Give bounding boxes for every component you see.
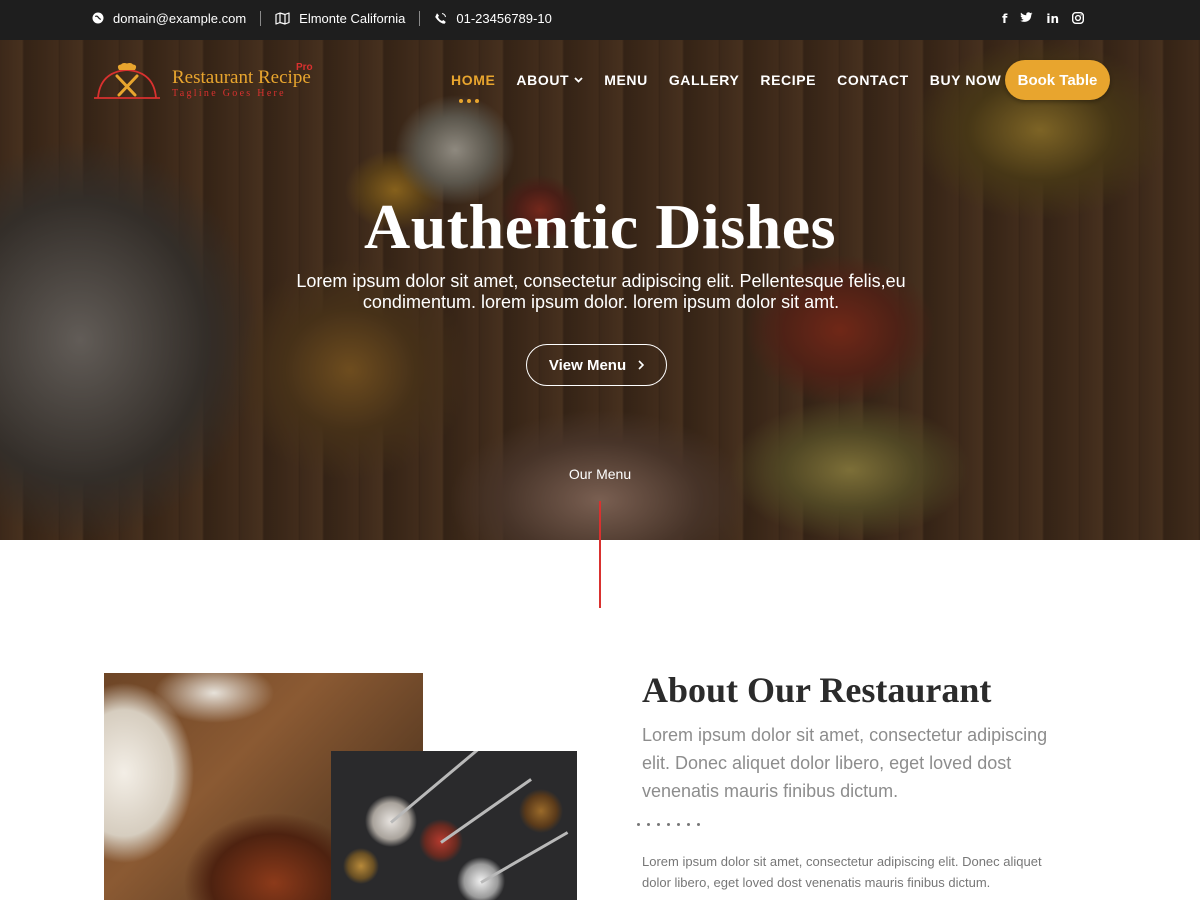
location-item[interactable]: Elmonte California bbox=[275, 11, 405, 26]
globe-icon bbox=[92, 12, 104, 24]
divider bbox=[260, 10, 262, 26]
twitter-icon[interactable] bbox=[1020, 12, 1033, 26]
view-menu-button[interactable]: View Menu bbox=[526, 344, 667, 386]
logo-name: Restaurant Recipe bbox=[172, 67, 311, 88]
map-icon bbox=[275, 11, 290, 25]
spoon-shape bbox=[480, 831, 569, 884]
site-logo[interactable]: Restaurant Recipe Pro Tagline Goes Here bbox=[92, 62, 322, 110]
active-indicator-dots bbox=[459, 99, 479, 103]
nav-gallery[interactable]: GALLERY bbox=[669, 70, 740, 90]
spoon-shape bbox=[440, 778, 532, 844]
hero-subtitle: Lorem ipsum dolor sit amet, consectetur … bbox=[296, 271, 906, 312]
book-table-button[interactable]: Book Table bbox=[1005, 60, 1110, 100]
phone-text: 01-23456789-10 bbox=[456, 10, 552, 26]
divider bbox=[419, 10, 421, 26]
view-menu-label: View Menu bbox=[548, 356, 627, 374]
about-lead-text: Lorem ipsum dolor sit amet, consectetur … bbox=[642, 725, 1048, 801]
hero-section: Restaurant Recipe Pro Tagline Goes Here … bbox=[0, 40, 1200, 540]
chevron-right-icon bbox=[638, 360, 645, 370]
nav-contact[interactable]: CONTACT bbox=[837, 70, 909, 90]
nav-recipe[interactable]: RECIPE bbox=[760, 70, 816, 90]
email-item[interactable]: domain@example.com bbox=[92, 11, 246, 26]
social-links: f in bbox=[1002, 0, 1085, 38]
logo-tagline: Tagline Goes Here bbox=[172, 88, 286, 99]
email-text: domain@example.com bbox=[113, 10, 247, 26]
instagram-icon[interactable] bbox=[1071, 11, 1085, 27]
top-bar: domain@example.com Elmonte California 01… bbox=[0, 0, 1200, 40]
chevron-down-icon bbox=[574, 77, 583, 83]
nav-home[interactable]: HOME bbox=[451, 70, 496, 103]
linkedin-icon[interactable]: in bbox=[1046, 12, 1059, 26]
nav-buy-now[interactable]: BUY NOW bbox=[930, 70, 1002, 90]
spices-image bbox=[331, 751, 577, 900]
phone-icon bbox=[434, 12, 447, 25]
location-text: Elmonte California bbox=[299, 10, 406, 26]
chef-hat-cutlery-icon bbox=[94, 62, 160, 99]
about-body-text: Lorem ipsum dolor sit amet, consectetur … bbox=[642, 854, 1042, 890]
nav-about-label: ABOUT bbox=[516, 72, 570, 88]
scroll-line bbox=[599, 501, 601, 540]
hero-title: Authentic Dishes bbox=[363, 191, 837, 262]
logo-pro-badge: Pro bbox=[296, 62, 313, 73]
nav-about[interactable]: ABOUT bbox=[516, 70, 583, 90]
phone-item[interactable]: 01-23456789-10 bbox=[434, 10, 552, 26]
scroll-line-continued bbox=[599, 540, 601, 608]
about-title: About Our Restaurant bbox=[642, 670, 992, 710]
nav-home-label: HOME bbox=[451, 72, 496, 88]
contact-info: domain@example.com Elmonte California 01… bbox=[92, 0, 552, 36]
dotted-divider bbox=[637, 823, 700, 826]
spoon-shape bbox=[390, 751, 484, 824]
facebook-icon[interactable]: f bbox=[1002, 12, 1007, 26]
main-nav: HOME ABOUT MENU GALLERY RECIPE CONTACT B… bbox=[451, 70, 1002, 103]
our-menu-link[interactable]: Our Menu bbox=[0, 466, 1200, 482]
nav-menu[interactable]: MENU bbox=[604, 70, 648, 90]
